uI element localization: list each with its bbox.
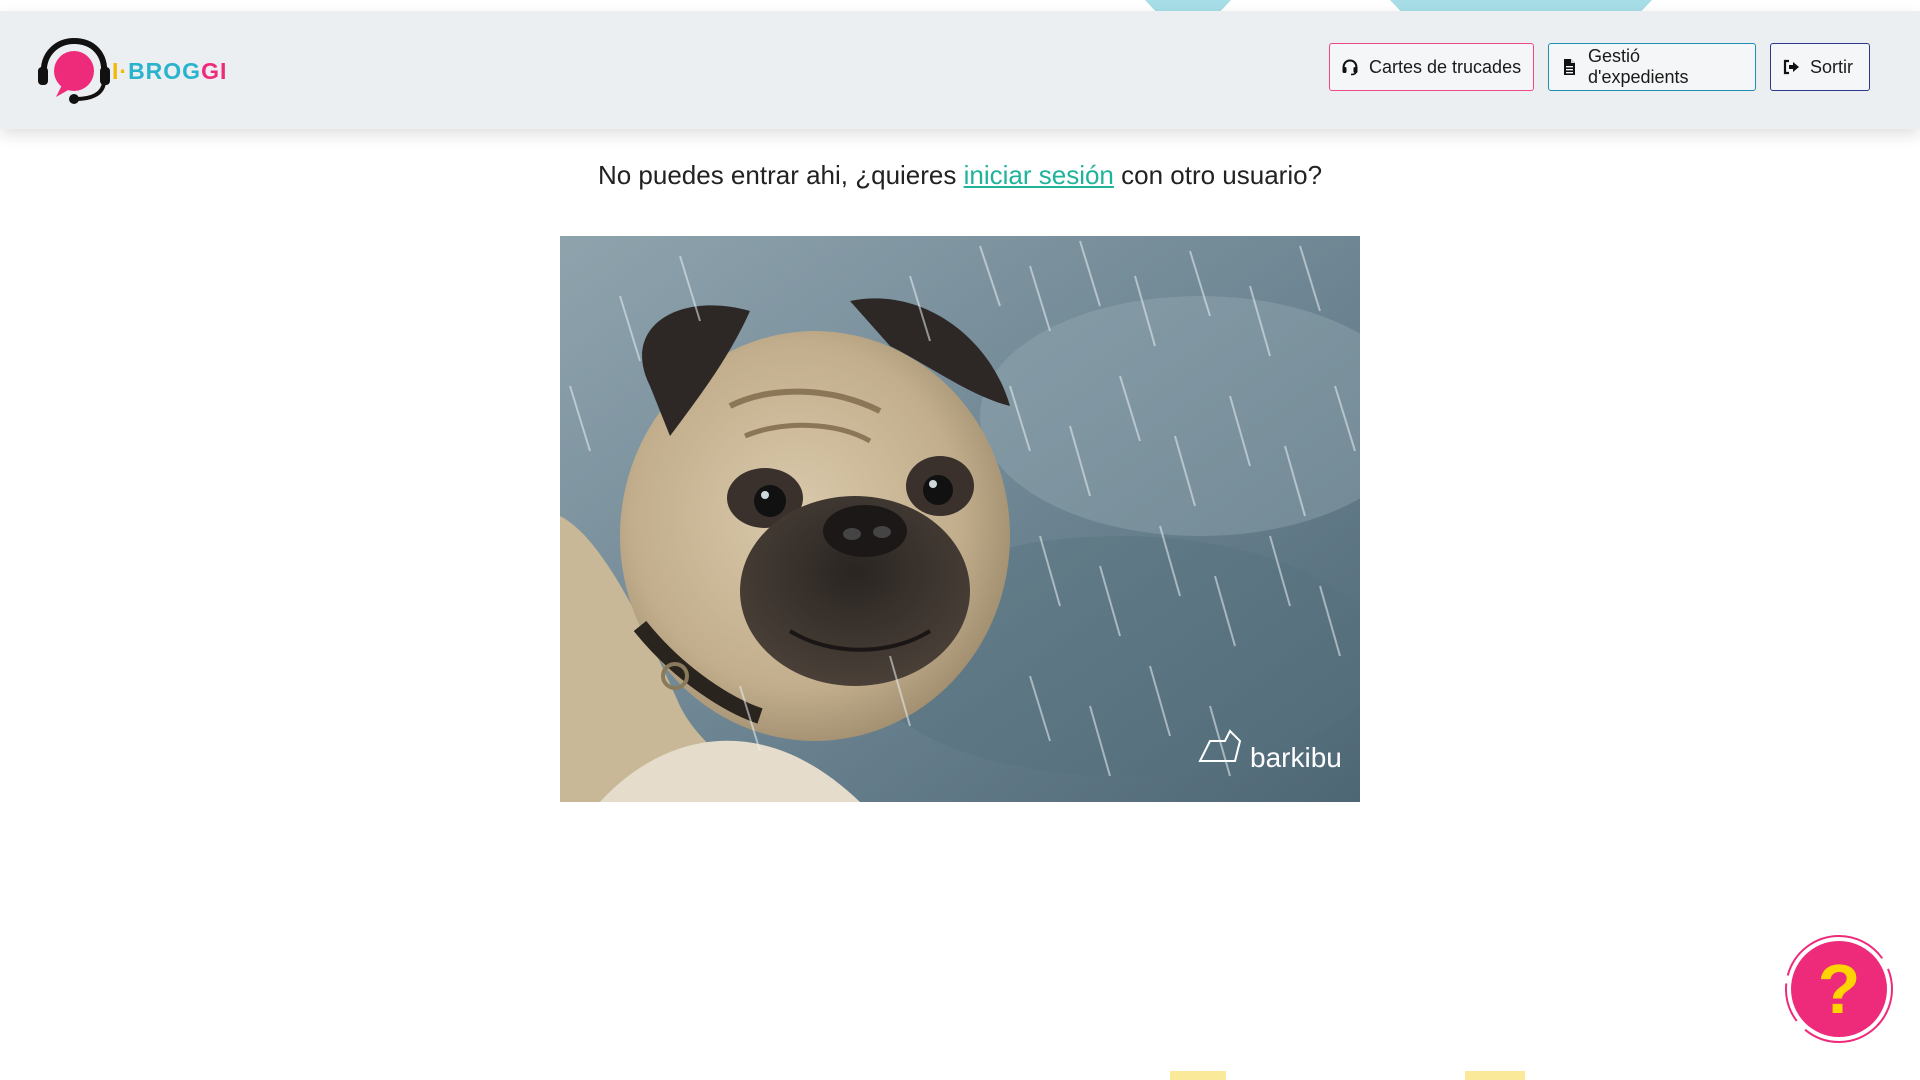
bottom-decoration-shape [1465,1071,1525,1080]
sign-out-button[interactable]: Sortir [1770,43,1870,91]
header-nav: Cartes de trucades Gestió d'expedients S… [1329,43,1870,91]
logo-text-main: BROG [128,57,202,84]
case-management-button[interactable]: Gestió d'expedients [1548,43,1756,91]
document-icon [1564,59,1575,75]
top-decoration-shape [1145,0,1231,11]
question-mark-icon: ? [1785,935,1893,1043]
help-button[interactable]: ? [1783,933,1895,1045]
access-denied-message: No puedes entrar ahi, ¿quieres iniciar s… [0,160,1920,191]
sad-dog-image: barkibu [560,236,1360,802]
svg-text:?: ? [1818,950,1861,1028]
top-decoration-strip [0,0,1920,11]
top-decoration-shape [1390,0,1652,11]
logo-text-dot: · [119,57,129,84]
logo-text-suffix: GI [201,57,228,84]
headset-icon [1342,59,1358,76]
login-link[interactable]: iniciar sesión [964,160,1114,190]
case-management-label: Gestió d'expedients [1588,46,1689,87]
sign-out-icon [1783,59,1799,75]
headset-chat-icon [38,37,110,104]
bottom-decoration-shape [1170,1071,1226,1080]
logo[interactable]: I·BROGGI [36,37,227,105]
call-cards-label: Cartes de trucades [1369,56,1522,77]
logo-text: I·BROGGI [112,58,227,85]
svg-text:barkibu: barkibu [1250,742,1342,773]
message-text-before: No puedes entrar ahi, ¿quieres [597,160,964,190]
message-text-after: con otro usuario? [1113,160,1323,190]
sign-out-label: Sortir [1810,56,1854,77]
app-header: I·BROGGI Cartes de trucades Gestió d'exp… [0,11,1920,129]
call-cards-button[interactable]: Cartes de trucades [1329,43,1534,91]
